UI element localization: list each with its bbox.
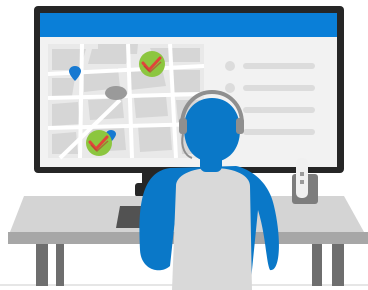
check-badge-icon	[139, 51, 165, 77]
illustration-scene	[0, 0, 368, 290]
circle-bullet-icon	[225, 83, 235, 93]
check-badge-icon	[86, 130, 112, 156]
headset-ear	[236, 118, 244, 134]
person-head	[184, 98, 240, 162]
list-line	[243, 129, 315, 135]
list-line	[243, 85, 315, 91]
illustration-canvas	[0, 6, 368, 290]
screen-title-bar	[40, 13, 337, 37]
desk-leg	[56, 244, 64, 286]
desk-leg	[332, 244, 344, 286]
headset-ear	[179, 118, 187, 134]
list-line	[243, 63, 315, 69]
chair-back	[172, 168, 252, 290]
desk-leg	[312, 244, 322, 286]
circle-bullet-icon	[225, 61, 235, 71]
list-line	[243, 107, 315, 113]
map-panel	[47, 43, 205, 160]
map-roundabout	[105, 86, 127, 100]
desk-leg	[36, 244, 48, 286]
